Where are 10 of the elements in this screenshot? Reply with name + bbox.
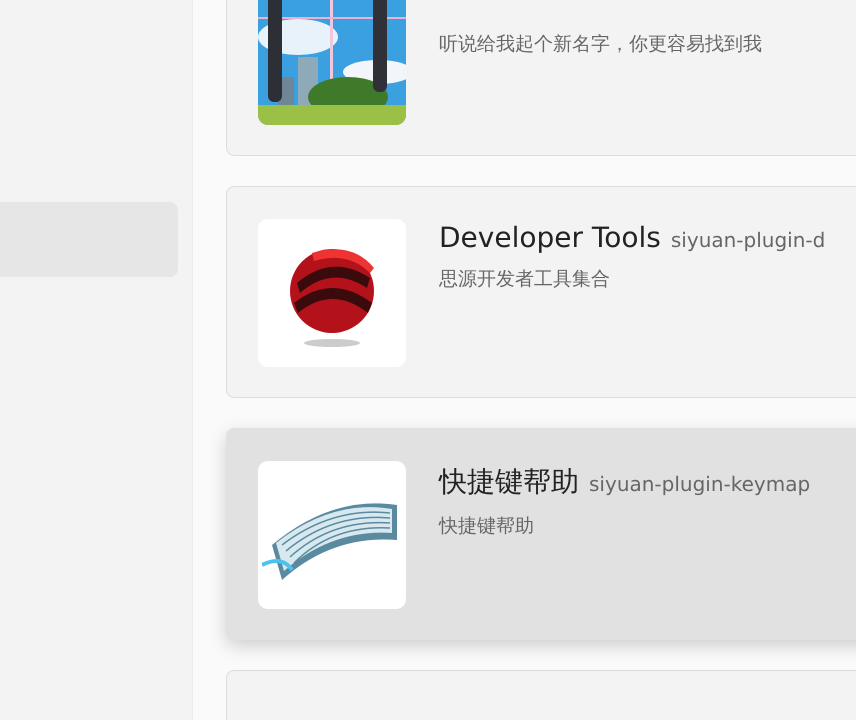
plugin-description: 快捷键帮助 xyxy=(439,514,535,539)
plugin-name: 快捷键帮助 xyxy=(439,464,579,500)
plugin-name: Developer Tools xyxy=(439,221,661,254)
plugin-description: 听说给我起个新名字，你更容易找到我 xyxy=(439,32,762,57)
plugin-card[interactable]: 快捷键帮助 siyuan-plugin-keymap 快捷键帮助 xyxy=(226,428,856,640)
plugin-package: siyuan-plugin-d xyxy=(670,228,826,252)
plugin-description: 思源开发者工具集合 xyxy=(439,267,611,292)
plugin-card[interactable]: Developer Tools siyuan-plugin-d 思源开发者工具集合 xyxy=(226,186,856,398)
plugin-card[interactable]: 听说给我起个新名字，你更容易找到我 xyxy=(226,0,856,156)
plugin-package: siyuan-plugin-keymap xyxy=(589,472,810,496)
